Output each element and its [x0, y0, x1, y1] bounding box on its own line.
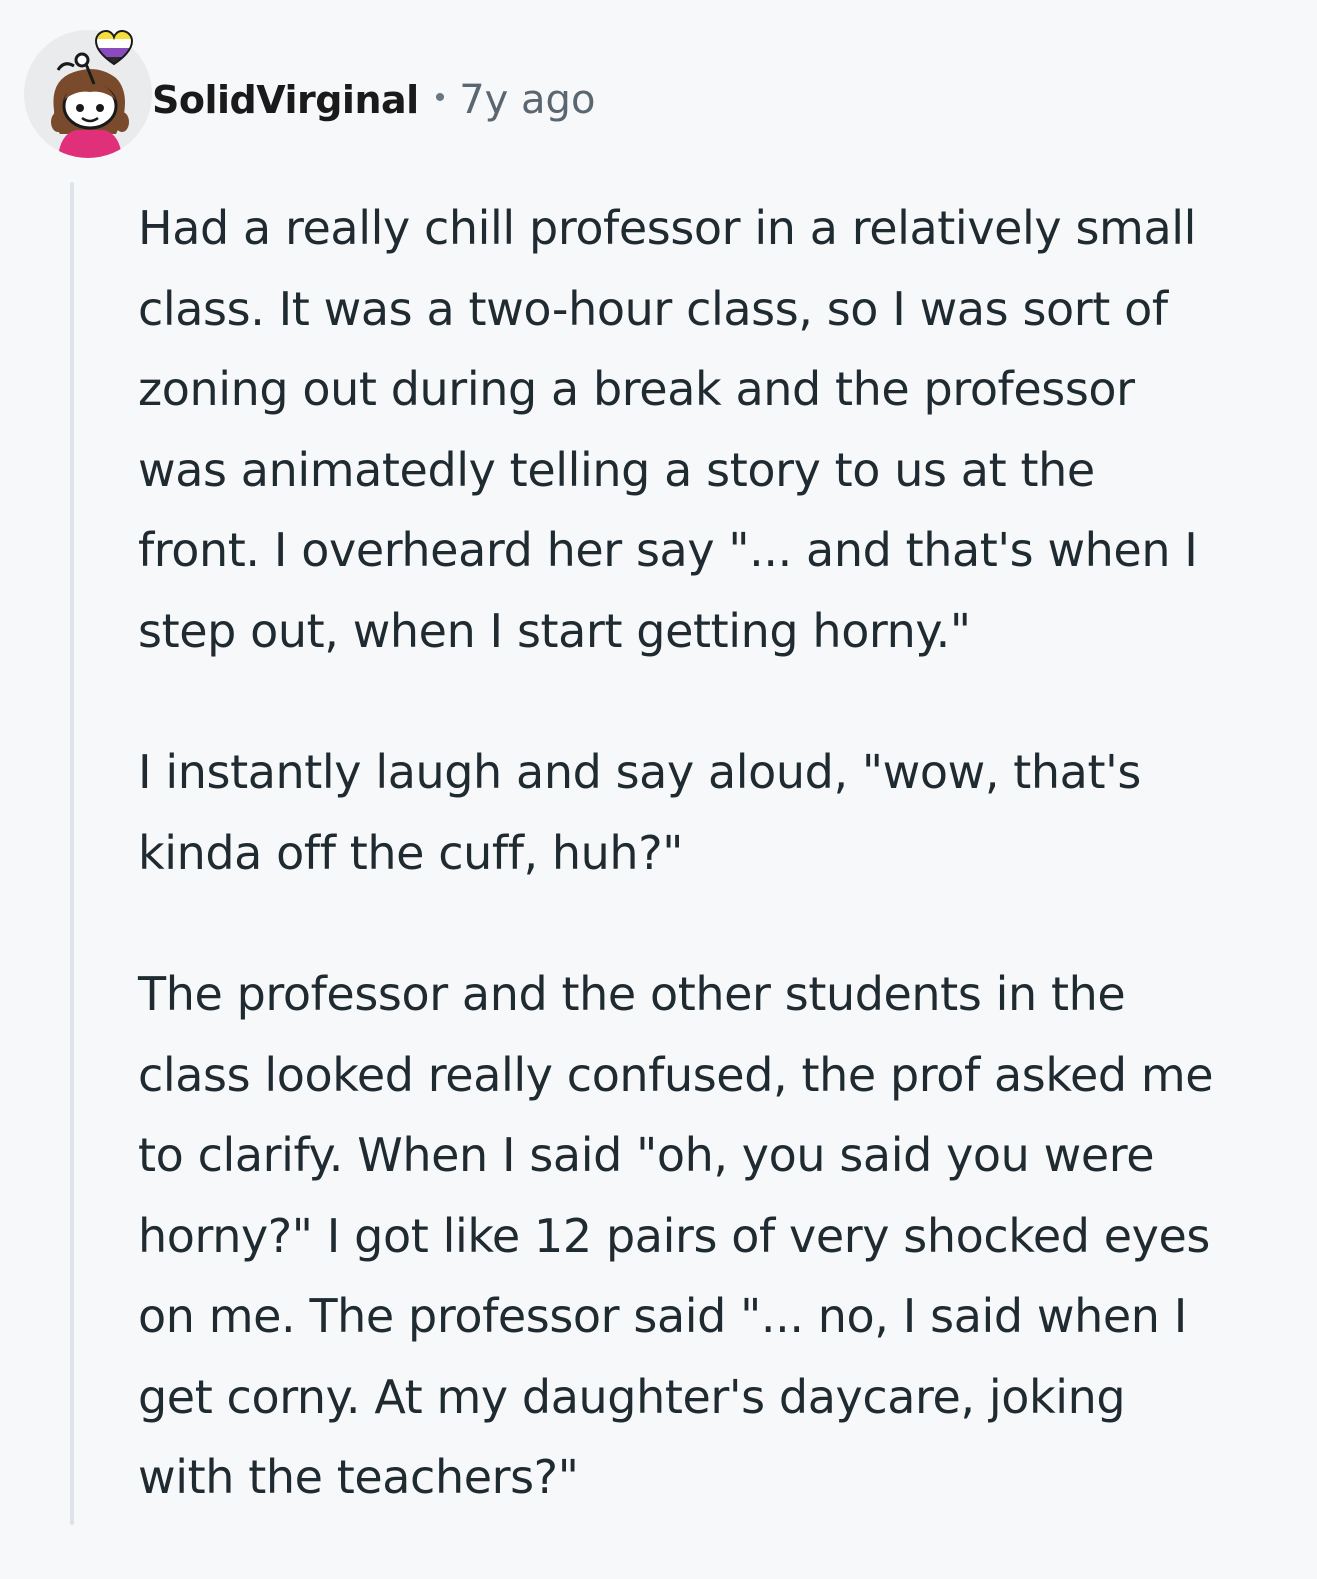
comment-paragraph: I instantly laugh and say aloud, "wow, t… [138, 745, 1141, 880]
comment-body: Had a really chill professor in a relati… [138, 188, 1310, 1579]
comment-header: SolidVirginal • 7y ago [152, 70, 595, 130]
comment: SolidVirginal • 7y ago Had a really chil… [0, 0, 1317, 1525]
nonbinary-heart-icon [94, 29, 134, 66]
comment-paragraph: The professor and the other students in … [138, 967, 1214, 1504]
thread-collapse-line[interactable] [70, 182, 74, 1525]
comment-paragraph: Had a really chill professor in a relati… [138, 201, 1198, 658]
timestamp-link[interactable]: 7y ago [459, 77, 595, 123]
meta-separator: • [434, 81, 446, 114]
username-link[interactable]: SolidVirginal [152, 78, 419, 122]
